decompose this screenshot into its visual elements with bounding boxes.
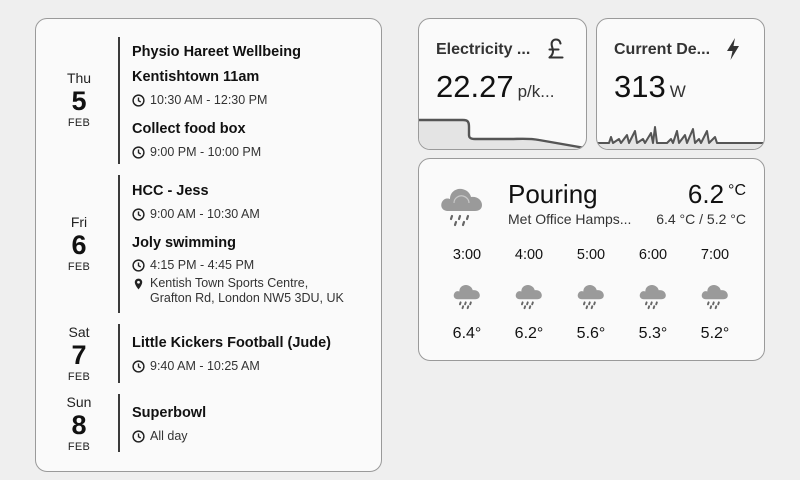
forecast-hour: 5:00 5.6° [560,247,622,343]
day-divider [118,175,120,313]
forecast-hour: 3:00 6.4° [436,247,498,343]
location-line-2: Grafton Rd, London NW5 3DU, UK [150,291,344,305]
clock-icon [132,146,145,159]
day-of-week: Fri [70,214,88,230]
day-date: Sat 7 FEB [50,324,108,384]
month: FEB [67,441,91,453]
forecast-time: 6:00 [638,247,668,263]
event-location: Kentish Town Sports Centre, Grafton Rd, … [132,276,344,306]
power-history-graph [597,126,764,149]
event-title-line2[interactable]: Kentishtown 11am [132,69,259,85]
event-title[interactable]: Little Kickers Football (Jude) [132,335,331,351]
calendar-card: Thu 5 FEB Physio Hareet Wellbeing Kentis… [35,18,382,472]
month: FEB [67,117,91,129]
location-pin-icon [134,278,143,290]
clock-icon [132,94,145,107]
clock-icon [132,208,145,221]
clock-icon [132,259,145,272]
sensor-unit: p/k... [517,82,555,101]
current-demand-sensor-card[interactable]: Current De... 313 W [596,18,765,150]
weather-location: Met Office Hamps... [508,211,632,227]
day-divider [118,37,120,164]
forecast-temp: 5.3° [638,325,668,342]
forecast-temp: 5.6° [576,325,606,342]
weather-temperature: 6.2 °C [687,179,746,209]
forecast-temp: 6.4° [452,325,482,342]
lightning-bolt-icon [725,37,741,66]
pound-sign-icon [546,37,566,66]
event-time: 4:15 PM - 4:45 PM [132,258,254,273]
event-time: All day [132,429,188,444]
clock-icon [132,430,145,443]
event-time: 9:00 AM - 10:30 AM [132,207,260,222]
sensor-name: Current De... [614,41,711,58]
sensor-name: Electricity ... [436,41,531,58]
pouring-rain-icon [684,275,746,317]
forecast-hour: 4:00 6.2° [498,247,560,343]
day-divider [118,394,120,452]
day-divider [118,324,120,383]
event-title[interactable]: Collect food box [132,121,246,137]
forecast-time: 5:00 [576,247,606,263]
event-title[interactable]: Physio Hareet Wellbeing [132,44,301,60]
electricity-sensor-card[interactable]: Electricity ... 22.27 p/k... [418,18,587,150]
day-number: 6 [71,230,87,260]
sensor-number: 22.27 [436,69,514,104]
event-title[interactable]: Superbowl [132,405,206,421]
forecast-time: 7:00 [700,247,730,263]
sensor-value: 313 W [614,69,686,105]
temperature-unit: °C [728,182,746,199]
day-of-week: Sun [66,394,92,410]
forecast-temp: 5.2° [700,325,730,342]
forecast-time: 3:00 [452,247,482,263]
weather-temp-range: 6.4 °C / 5.2 °C [656,211,746,227]
weather-card[interactable]: Pouring 6.2 °C Met Office Hamps... 6.4 °C… [418,158,765,361]
sensor-number: 313 [614,69,666,104]
pouring-rain-icon [560,275,622,317]
day-number: 5 [71,86,87,116]
day-number: 7 [71,340,87,370]
day-date: Sun 8 FEB [50,394,108,454]
clock-icon [132,360,145,373]
day-number: 8 [71,410,87,440]
sensor-value: 22.27 p/k... [436,69,554,105]
day-date: Fri 6 FEB [50,214,108,274]
event-title[interactable]: HCC - Jess [132,183,209,199]
day-date: Thu 5 FEB [50,70,108,130]
forecast-time: 4:00 [514,247,544,263]
month: FEB [67,371,91,383]
pouring-rain-icon [436,275,498,317]
event-time: 10:30 AM - 12:30 PM [132,93,267,108]
month: FEB [67,261,91,273]
forecast-temp: 6.2° [514,325,544,342]
pouring-rain-icon [437,181,487,236]
location-line-1: Kentish Town Sports Centre, [150,276,309,290]
day-of-week: Thu [66,70,92,86]
weather-condition: Pouring [508,179,598,209]
day-of-week: Sat [68,324,90,340]
pouring-rain-icon [622,275,684,317]
event-time: 9:00 PM - 10:00 PM [132,145,261,160]
pouring-rain-icon [498,275,560,317]
forecast-hour: 6:00 5.3° [622,247,684,343]
event-time: 9:40 AM - 10:25 AM [132,359,260,374]
event-title[interactable]: Joly swimming [132,235,236,251]
forecast-hour: 7:00 5.2° [684,247,746,343]
electricity-history-graph [419,118,586,149]
sensor-unit: W [669,82,686,101]
